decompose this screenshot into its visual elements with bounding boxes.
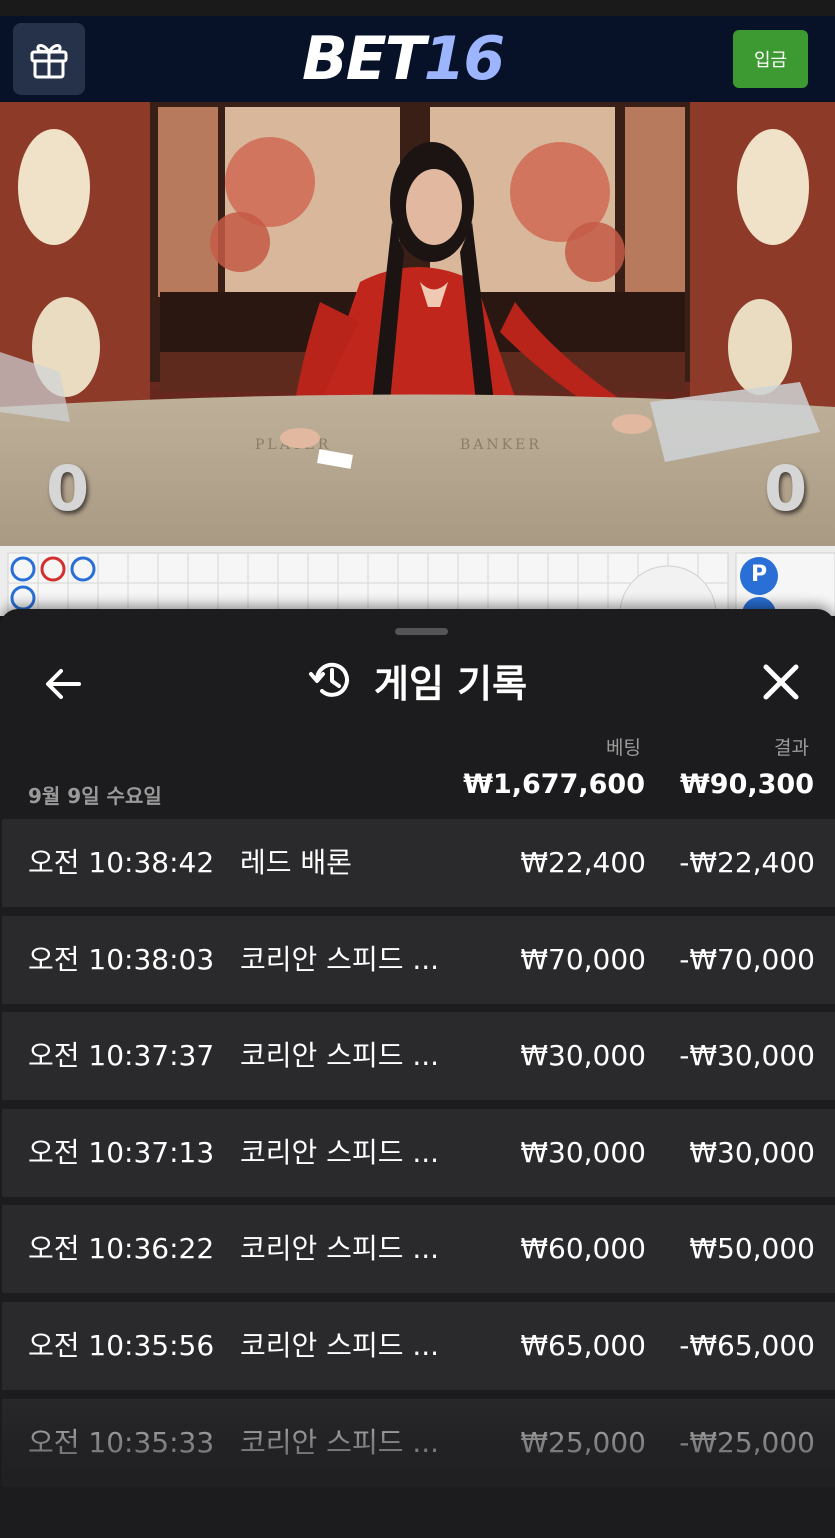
banker-score: 0 xyxy=(764,452,808,525)
arrow-left-icon xyxy=(46,669,81,699)
row-game: 코리안 스피드 ... xyxy=(240,1329,440,1362)
live-dealer-video: PLAYER BANKER xyxy=(0,102,835,546)
row-bet: ₩30,000 xyxy=(520,1039,646,1072)
back-button[interactable] xyxy=(40,661,86,707)
column-header-result: 결과 xyxy=(774,737,809,759)
row-time: 오전 10:36:22 xyxy=(28,1232,215,1265)
gift-button[interactable] xyxy=(13,23,85,95)
row-result: -₩65,000 xyxy=(679,1329,815,1362)
status-strip xyxy=(0,0,835,16)
history-row[interactable]: 오전 10:35:33 코리안 스피드 ... ₩25,000 -₩25,000 xyxy=(2,1399,835,1487)
road-grid xyxy=(0,546,835,663)
row-time: 오전 10:38:42 xyxy=(28,846,215,879)
deposit-button[interactable]: 입금 xyxy=(733,30,808,88)
close-button[interactable] xyxy=(756,657,806,707)
column-header-bet: 베팅 xyxy=(606,737,641,759)
history-row[interactable]: 오전 10:35:56 코리안 스피드 ... ₩65,000 -₩65,000 xyxy=(2,1302,835,1390)
row-result: -₩70,000 xyxy=(679,943,815,976)
total-result: ₩90,300 xyxy=(680,769,814,800)
row-result: ₩30,000 xyxy=(689,1136,815,1169)
brand-logo: BET16 xyxy=(302,24,505,94)
row-game: 코리안 스피드 ... xyxy=(240,1232,440,1265)
row-bet: ₩22,400 xyxy=(520,846,646,879)
row-result: -₩22,400 xyxy=(679,846,815,879)
row-result: -₩25,000 xyxy=(679,1426,815,1459)
history-row[interactable]: 오전 10:37:37 코리안 스피드 ... ₩30,000 -₩30,000 xyxy=(2,1012,835,1100)
date-label: 9월 9일 수요일 xyxy=(28,784,162,808)
sheet-title: 게임 기록 xyxy=(374,661,528,706)
sheet-header: 게임 기록 xyxy=(308,655,528,706)
table-banker-label: BANKER xyxy=(460,437,542,453)
row-result: -₩30,000 xyxy=(679,1039,815,1072)
row-time: 오전 10:35:56 xyxy=(28,1329,215,1362)
row-game: 코리안 스피드 ... xyxy=(240,943,440,976)
player-score: 0 xyxy=(46,452,90,525)
row-bet: ₩65,000 xyxy=(520,1329,646,1362)
row-time: 오전 10:35:33 xyxy=(28,1426,215,1459)
row-bet: ₩25,000 xyxy=(520,1426,646,1459)
gift-icon xyxy=(30,44,68,79)
player-badge: P xyxy=(750,562,768,587)
dealer-scene: PLAYER BANKER xyxy=(0,102,835,546)
total-bet: ₩1,677,600 xyxy=(463,769,645,800)
row-game: 코리안 스피드 ... xyxy=(240,1426,440,1459)
close-icon xyxy=(763,664,799,700)
app-header: BET16 입금 xyxy=(0,16,835,102)
row-bet: ₩30,000 xyxy=(520,1136,646,1169)
game-history-sheet: 게임 기록 베팅 결과 9월 9일 수요일 ₩1,677,600 ₩90,300… xyxy=(0,609,835,1538)
history-row[interactable]: 오전 10:38:42 레드 배론 ₩22,400 -₩22,400 xyxy=(2,819,835,907)
row-game: 코리안 스피드 ... xyxy=(240,1039,440,1072)
row-time: 오전 10:37:37 xyxy=(28,1039,215,1072)
history-icon xyxy=(309,662,349,697)
drag-handle[interactable] xyxy=(395,628,448,635)
row-bet: ₩70,000 xyxy=(520,943,646,976)
row-game: 레드 배론 xyxy=(240,846,352,879)
row-game: 코리안 스피드 ... xyxy=(240,1136,440,1169)
row-result: ₩50,000 xyxy=(689,1232,815,1265)
row-time: 오전 10:38:03 xyxy=(28,943,215,976)
history-row[interactable]: 오전 10:37:13 코리안 스피드 ... ₩30,000 ₩30,000 xyxy=(2,1109,835,1197)
row-time: 오전 10:37:13 xyxy=(28,1136,215,1169)
history-row[interactable]: 오전 10:36:22 코리안 스피드 ... ₩60,000 ₩50,000 xyxy=(2,1205,835,1293)
row-bet: ₩60,000 xyxy=(520,1232,646,1265)
history-row[interactable]: 오전 10:38:03 코리안 스피드 ... ₩70,000 -₩70,000 xyxy=(2,916,835,1004)
bead-road: P xyxy=(0,546,835,663)
